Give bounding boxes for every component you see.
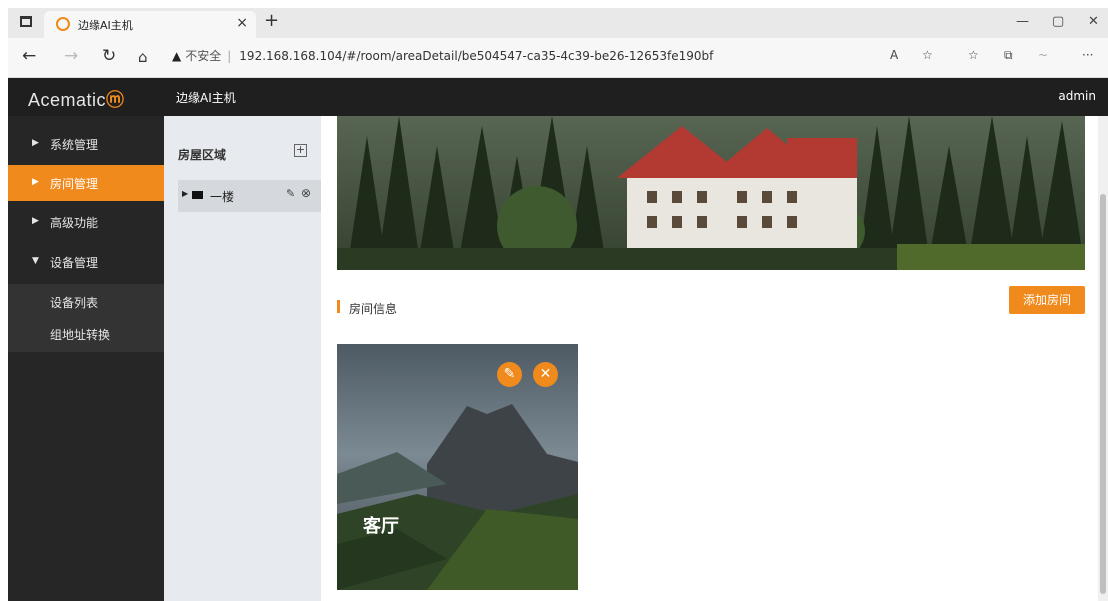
sidebar-subitem-group-address[interactable]: 组地址转换: [50, 326, 110, 343]
section-title: 房间信息: [349, 302, 398, 316]
devices-submenu: 设备列表 组地址转换: [8, 284, 164, 352]
tab-close-button[interactable]: ×: [236, 15, 248, 31]
app-header: Acematicⓜ 边缘AI主机 admin: [8, 78, 1108, 116]
chevron-right-icon: ▶: [32, 216, 39, 226]
delete-icon[interactable]: ⊗: [301, 186, 311, 200]
area-tree-title: 房屋区域: [178, 148, 227, 162]
scrollbar-thumb[interactable]: [1100, 194, 1106, 594]
edit-room-button[interactable]: ✎: [497, 362, 522, 387]
tab-actions-icon[interactable]: [20, 16, 32, 27]
collections-icon[interactable]: ⧉: [1004, 48, 1013, 63]
banner-image: [337, 116, 1085, 270]
home-button[interactable]: ⌂: [138, 48, 148, 66]
main-content: 房间信息 添加房间 ✎ ✕ 客厅: [321, 116, 1108, 601]
minimize-button[interactable]: —: [1016, 14, 1029, 29]
warning-icon: ▲: [172, 49, 182, 63]
sidebar-item-label: 高级功能: [50, 216, 99, 230]
sidebar-item-devices[interactable]: ▼ 设备管理: [8, 244, 164, 280]
sidebar: ▶ 系统管理 ▶ 房间管理 ▶ 高级功能 ▼ 设备管理 设备列表 组地址转换: [8, 116, 164, 601]
restore-button[interactable]: ▢: [1052, 14, 1064, 29]
address-bar: ← → ↻ ⌂ ▲ 不安全 | 192.168.168.104/#/room/area…: [8, 38, 1108, 78]
add-area-button[interactable]: +: [294, 144, 307, 157]
tab-title: 边缘AI主机: [78, 19, 133, 32]
edit-icon[interactable]: ✎: [286, 187, 295, 200]
tree-node[interactable]: ▶ 一楼 ✎ ⊗: [178, 180, 321, 212]
browser-window: 边缘AI主机 × + — ▢ ✕ ← → ↻ ⌂ ▲ 不安全 | 192.168.16…: [8, 8, 1108, 601]
sidebar-item-label: 系统管理: [50, 138, 99, 152]
more-menu-button[interactable]: ···: [1082, 48, 1093, 62]
sidebar-item-label: 设备管理: [50, 256, 99, 270]
url-text: 192.168.168.104/#/room/areaDetail/be5045…: [239, 49, 714, 63]
refresh-button[interactable]: ↻: [102, 46, 116, 66]
logo: Acematicⓜ: [28, 86, 125, 112]
url-separator: |: [227, 49, 232, 63]
read-aloud-icon[interactable]: A: [890, 48, 898, 62]
tree-node-label: 一楼: [210, 190, 235, 204]
user-menu[interactable]: admin: [1058, 89, 1096, 103]
area-tree-panel: 房屋区域 + ▶ 一楼 ✎ ⊗: [164, 116, 321, 601]
app-title: 边缘AI主机: [176, 91, 236, 105]
sidebar-item-label: 房间管理: [50, 177, 99, 191]
folder-icon: [192, 191, 203, 199]
sidebar-item-advanced[interactable]: ▶ 高级功能: [8, 204, 164, 240]
chevron-right-icon: ▶: [32, 177, 39, 187]
section-accent-bar: [337, 300, 340, 313]
security-label: 不安全: [185, 49, 222, 63]
browser-tab[interactable]: 边缘AI主机 ×: [44, 11, 256, 38]
sidebar-subitem-device-list[interactable]: 设备列表: [50, 294, 98, 311]
sidebar-item-system[interactable]: ▶ 系统管理: [8, 126, 164, 162]
back-button[interactable]: ←: [22, 46, 36, 66]
logo-text: Acematic: [28, 90, 107, 110]
caret-right-icon[interactable]: ▶: [182, 189, 188, 198]
add-room-button[interactable]: 添加房间: [1009, 286, 1085, 314]
chevron-right-icon: ▶: [32, 138, 39, 148]
delete-room-button[interactable]: ✕: [533, 362, 558, 387]
close-window-button[interactable]: ✕: [1088, 14, 1099, 29]
tab-bar: 边缘AI主机 × + — ▢ ✕: [8, 8, 1108, 38]
favicon-icon: [56, 17, 70, 31]
url-field[interactable]: ▲ 不安全 | 192.168.168.104/#/room/areaDetail/b…: [172, 47, 713, 64]
room-name: 客厅: [363, 516, 399, 537]
sidebar-item-rooms[interactable]: ▶ 房间管理: [8, 165, 164, 201]
chevron-down-icon: ▼: [32, 256, 39, 266]
new-tab-button[interactable]: +: [264, 10, 279, 31]
logo-mark-icon: ⓜ: [106, 90, 125, 110]
profile-icon[interactable]: ~: [1038, 48, 1048, 62]
banner-illustration: [337, 116, 1085, 270]
room-card[interactable]: ✎ ✕ 客厅: [337, 344, 578, 590]
scrollbar[interactable]: [1098, 116, 1108, 601]
favorites-icon[interactable]: ☆: [968, 48, 979, 62]
forward-button[interactable]: →: [64, 46, 78, 66]
favorite-add-icon[interactable]: ☆: [922, 48, 933, 62]
